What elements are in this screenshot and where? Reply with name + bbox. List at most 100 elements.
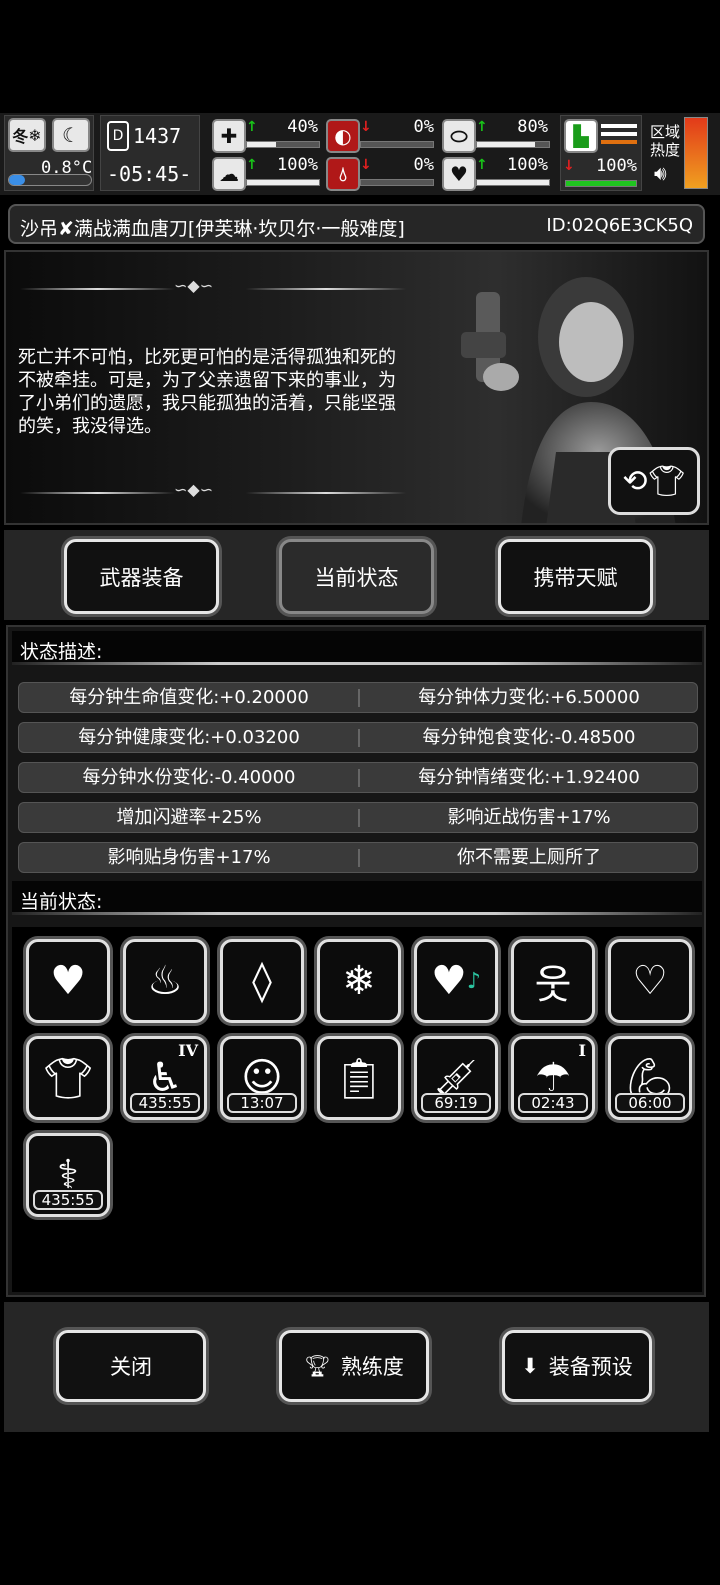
trophy-icon: 🏆︎ bbox=[304, 1353, 331, 1378]
status-timer: 06:00 bbox=[615, 1093, 685, 1113]
speaker-icon[interactable]: 🔊︎ bbox=[654, 161, 667, 185]
character-title-bar: 沙吊✘满战满血唐刀[伊芙琳·坎贝尔·一般难度] ID:02Q6E3CK5Q bbox=[8, 204, 705, 244]
water-drop-icon: 💧︎ bbox=[326, 157, 360, 191]
current-status-header: 当前状态: bbox=[12, 881, 702, 915]
pill-percent: 80% bbox=[517, 117, 548, 137]
bottom-action-bar: 关闭 🏆︎ 熟练度 ⬇ 装备预设 bbox=[4, 1302, 709, 1432]
ornament-icon: ∽◆∽ bbox=[174, 480, 214, 499]
status-row: 影响贴身伤害+17% 你不需要上厕所了 bbox=[18, 842, 698, 873]
shirt-status-icon[interactable]: 👕︎ bbox=[26, 1036, 110, 1120]
status-effect: 你不需要上厕所了 bbox=[457, 847, 601, 868]
heart-bar bbox=[476, 179, 550, 186]
character-id: ID:02Q6E3CK5Q bbox=[546, 215, 693, 236]
stomach-status-icon[interactable]: ♨ bbox=[123, 939, 207, 1023]
region-label: 区域 bbox=[650, 123, 681, 141]
stomach-percent: 0% bbox=[413, 117, 434, 137]
equipment-preset-label: 装备预设 bbox=[548, 1355, 633, 1379]
region-heat-meter bbox=[684, 117, 708, 189]
strong-no-status-icon[interactable]: 💪︎ 06:00 bbox=[608, 1036, 692, 1120]
stomach-icon: ◐ bbox=[326, 119, 360, 153]
dna-status-icon[interactable]: ⚕ 435:55 bbox=[26, 1133, 110, 1217]
status-timer: 02:43 bbox=[518, 1093, 588, 1113]
brain-percent: 100% bbox=[277, 155, 318, 175]
clock-time: -05:45- bbox=[107, 162, 192, 186]
brain-icon: ☁ bbox=[212, 157, 246, 191]
moon-icon: ☾ bbox=[52, 118, 90, 152]
stamina-panel: ▙ ↓ 100% bbox=[560, 115, 642, 191]
person-cheer-status-icon[interactable]: 웃 bbox=[511, 939, 595, 1023]
day-counter: 1437 bbox=[133, 124, 182, 148]
character-title: 沙吊✘满战满血唐刀[伊芙琳·坎贝尔·一般难度] bbox=[20, 218, 405, 240]
pill-bar bbox=[476, 141, 550, 148]
arrow-down-icon: ↓ bbox=[360, 119, 372, 135]
stomach-bar bbox=[360, 141, 434, 148]
arrow-down-icon: ↓ bbox=[360, 157, 372, 173]
ornament-line bbox=[246, 288, 406, 290]
tab-weapon-equipment[interactable]: 武器装备 bbox=[64, 539, 219, 614]
season-icon: 冬 ❄ bbox=[8, 118, 46, 152]
music-heart-status-icon[interactable]: ♥ ♪ bbox=[414, 939, 498, 1023]
download-box-icon: ⬇ bbox=[521, 1354, 539, 1378]
status-timer: 435:55 bbox=[33, 1190, 103, 1210]
arrow-up-icon: ↑ bbox=[246, 157, 258, 173]
level-badge: I bbox=[578, 1041, 586, 1060]
status-timer: 69:19 bbox=[421, 1093, 491, 1113]
medical-clipboard-status-icon[interactable]: 📋︎ bbox=[317, 1036, 401, 1120]
tired-person-status-icon[interactable]: IV ♿︎ 435:55 bbox=[123, 1036, 207, 1120]
syringe-status-icon[interactable]: 💉︎ 69:19 bbox=[414, 1036, 498, 1120]
water-bar bbox=[360, 179, 434, 186]
water-drop-status-icon[interactable]: ◊ bbox=[220, 939, 304, 1023]
season-label: 冬 bbox=[12, 127, 29, 146]
heart-status-icon[interactable]: ♥ bbox=[26, 939, 110, 1023]
tab-carried-talents[interactable]: 携带天赋 bbox=[498, 539, 653, 614]
equipment-preset-button[interactable]: ⬇ 装备预设 bbox=[502, 1330, 652, 1402]
region-heat-label: 区域 热度 bbox=[650, 123, 680, 159]
stamina-bar bbox=[565, 180, 637, 187]
old-man-status-icon[interactable]: ☺ 13:07 bbox=[220, 1036, 304, 1120]
ornament-line bbox=[20, 288, 175, 290]
arrow-up-icon: ↑ bbox=[476, 157, 488, 173]
snowflake-status-icon[interactable]: ❄ bbox=[317, 939, 401, 1023]
status-effect: 每分钟水份变化:-0.40000 bbox=[82, 767, 296, 788]
status-bar: 冬 ❄ ☾ 0.8°C D 1437 -05:45- ✚ ↑ 40% ☁ ↑ 10… bbox=[0, 113, 720, 195]
close-button[interactable]: 关闭 bbox=[56, 1330, 206, 1402]
status-row: 每分钟健康变化:+0.03200 每分钟饱食变化:-0.48500 bbox=[18, 722, 698, 753]
arrow-down-icon: ↓ bbox=[563, 158, 575, 174]
health-bar bbox=[246, 141, 320, 148]
current-status-title: 当前状态: bbox=[20, 891, 103, 913]
proficiency-label: 熟练度 bbox=[340, 1355, 404, 1379]
heat-label: 热度 bbox=[650, 141, 681, 159]
arrow-up-icon: ↑ bbox=[476, 119, 488, 135]
ornament-icon: ∽◆∽ bbox=[174, 276, 214, 295]
status-icon-grid: ♥ ♨ ◊ ❄ ♥ ♪ 웃 ♡ 👕︎ IV ♿︎ 435:55 ☺ 13:07 📋︎… bbox=[12, 927, 702, 1292]
status-timer: 13:07 bbox=[227, 1093, 297, 1113]
change-outfit-button[interactable]: ⟲👕︎ bbox=[608, 447, 700, 515]
umbrella-status-icon[interactable]: I ☂ 02:43 bbox=[511, 1036, 595, 1120]
ornament-line bbox=[20, 492, 175, 494]
proficiency-button[interactable]: 🏆︎ 熟练度 bbox=[279, 1330, 429, 1402]
status-effect: 每分钟情绪变化:+1.92400 bbox=[418, 767, 640, 788]
tab-current-status[interactable]: 当前状态 bbox=[279, 539, 434, 614]
status-row: 每分钟生命值变化:+0.20000 每分钟体力变化:+6.50000 bbox=[18, 682, 698, 713]
swap-outfit-icon: ⟲👕︎ bbox=[622, 463, 686, 499]
heart-icon: ♥ bbox=[442, 157, 476, 191]
status-description-header: 状态描述: bbox=[12, 631, 702, 665]
status-timer: 435:55 bbox=[130, 1093, 200, 1113]
boot-icon: ▙ bbox=[564, 119, 598, 153]
weather-panel: 冬 ❄ ☾ 0.8°C bbox=[4, 115, 94, 191]
character-quote: 死亡并不可怕，比死更可怕的是活得孤独和死的不被牵挂。可是，为了父亲遗留下来的事业… bbox=[18, 347, 396, 437]
status-row: 每分钟水份变化:-0.40000 每分钟情绪变化:+1.92400 bbox=[18, 762, 698, 793]
heart-percent: 100% bbox=[507, 155, 548, 175]
status-effect: 每分钟饱食变化:-0.48500 bbox=[422, 727, 636, 748]
day-icon: D bbox=[107, 121, 129, 151]
water-percent: 0% bbox=[413, 155, 434, 175]
medkit-icon: ✚ bbox=[212, 119, 246, 153]
status-effect: 每分钟健康变化:+0.03200 bbox=[78, 727, 300, 748]
status-effect: 每分钟生命值变化:+0.20000 bbox=[69, 687, 309, 708]
close-label: 关闭 bbox=[110, 1355, 152, 1379]
stamina-percent: 100% bbox=[596, 156, 637, 176]
ornament-line bbox=[246, 492, 406, 494]
status-panel: 状态描述: 每分钟生命值变化:+0.20000 每分钟体力变化:+6.50000… bbox=[6, 625, 706, 1297]
heart-stomach-status-icon[interactable]: ♡ bbox=[608, 939, 692, 1023]
status-effect: 影响近战伤害+17% bbox=[447, 807, 611, 828]
